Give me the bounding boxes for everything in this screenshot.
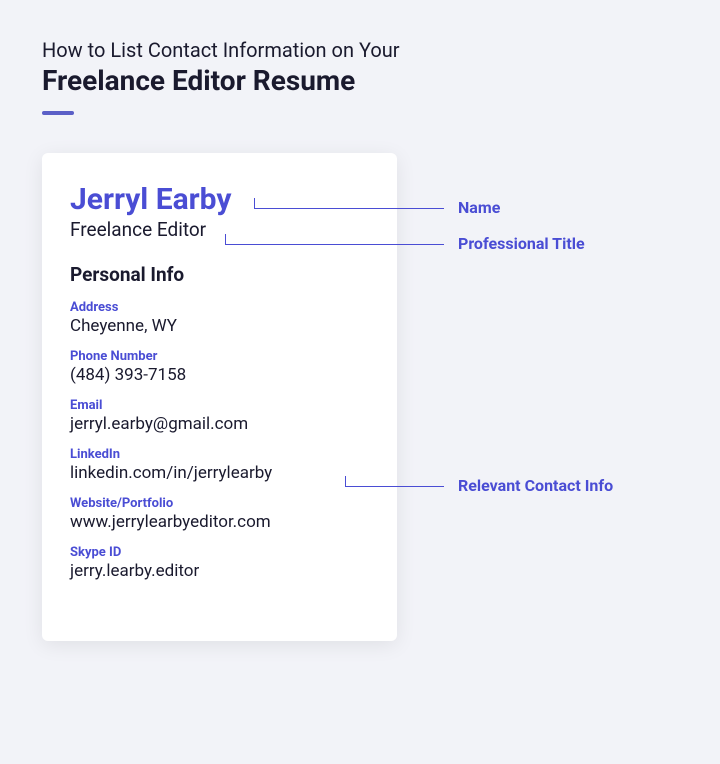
header-subtitle: How to List Contact Information on Your xyxy=(42,38,678,62)
resume-card: Jerryl Earby Freelance Editor Personal I… xyxy=(42,153,397,641)
field-value-phone: (484) 393-7158 xyxy=(70,365,369,385)
field-label-portfolio: Website/Portfolio xyxy=(70,496,369,511)
field-value-portfolio: www.jerrylearbyeditor.com xyxy=(70,512,369,532)
resume-name: Jerryl Earby xyxy=(70,183,369,216)
field-label-skype: Skype ID xyxy=(70,545,369,560)
header-underline xyxy=(42,111,74,115)
annotation-name: Name xyxy=(458,198,500,217)
section-title-personal-info: Personal Info xyxy=(70,263,369,286)
callout-anchor xyxy=(345,476,346,486)
callout-line xyxy=(254,208,444,209)
callout-anchor xyxy=(225,234,226,244)
field-label-email: Email xyxy=(70,398,369,413)
callout-anchor xyxy=(254,198,255,208)
field-label-linkedin: LinkedIn xyxy=(70,447,369,462)
callout-line xyxy=(345,486,444,487)
resume-professional-title: Freelance Editor xyxy=(70,218,369,241)
annotation-professional-title: Professional Title xyxy=(458,234,585,253)
field-label-address: Address xyxy=(70,300,369,315)
annotation-contact-info: Relevant Contact Info xyxy=(458,476,613,495)
diagram-container: How to List Contact Information on Your … xyxy=(0,0,720,679)
callout-line xyxy=(225,244,444,245)
field-value-address: Cheyenne, WY xyxy=(70,316,369,336)
field-value-skype: jerry.learby.editor xyxy=(70,561,369,581)
field-value-linkedin: linkedin.com/in/jerrylearby xyxy=(70,463,369,483)
field-label-phone: Phone Number xyxy=(70,349,369,364)
header-title: Freelance Editor Resume xyxy=(42,64,678,97)
field-value-email: jerryl.earby@gmail.com xyxy=(70,414,369,434)
